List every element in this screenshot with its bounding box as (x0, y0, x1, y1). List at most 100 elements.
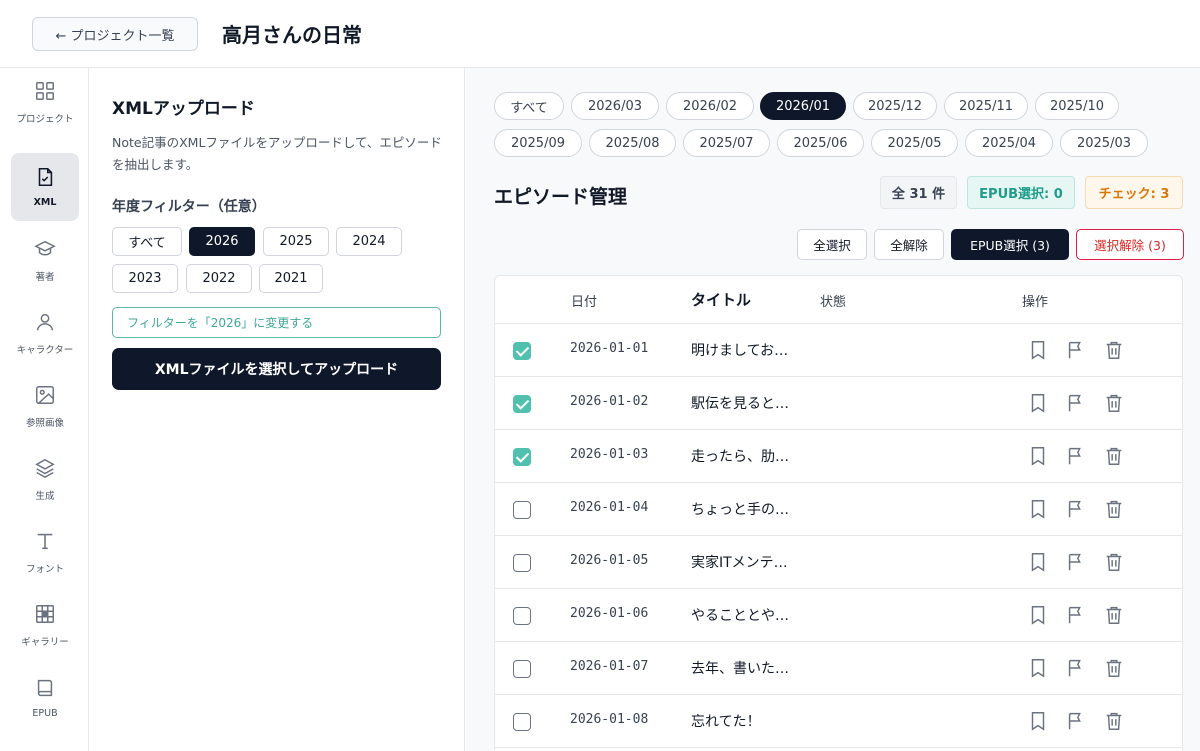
year-chip-2024[interactable]: 2024 (336, 227, 402, 256)
bookmark-icon[interactable] (1027, 445, 1049, 467)
year-chip-2022[interactable]: 2022 (186, 264, 252, 293)
row-checkbox[interactable] (513, 660, 531, 678)
row-checkbox[interactable] (513, 554, 531, 572)
table-row[interactable]: 2026-01-01 明けましてお… (495, 324, 1182, 377)
rail-label: EPUB (32, 708, 58, 719)
trash-icon[interactable] (1103, 551, 1125, 573)
app-header: ← プロジェクト一覧 高月さんの日常 (0, 0, 1200, 68)
year-chip-2023[interactable]: 2023 (112, 264, 178, 293)
flag-icon[interactable] (1065, 551, 1087, 573)
trash-icon[interactable] (1103, 445, 1125, 467)
trash-icon[interactable] (1103, 498, 1125, 520)
rail-item-gallery[interactable]: ギャラリー (11, 591, 79, 659)
trash-icon[interactable] (1103, 710, 1125, 732)
rail-item-reference-image[interactable]: 参照画像 (11, 372, 79, 440)
flag-icon[interactable] (1065, 445, 1087, 467)
month-chip-2026-02[interactable]: 2026/02 (666, 92, 754, 120)
row-checkbox[interactable] (513, 395, 531, 413)
row-title[interactable]: 去年、書いた… (691, 658, 789, 678)
upload-xml-button[interactable]: XMLファイルを選択してアップロード (112, 348, 441, 390)
row-title[interactable]: やることとや… (691, 605, 789, 625)
bookmark-icon[interactable] (1027, 551, 1049, 573)
select-all-button[interactable]: 全選択 (797, 229, 867, 260)
epub-select-button[interactable]: EPUB選択 (3) (951, 229, 1069, 260)
year-chip-all[interactable]: すべて (112, 227, 182, 256)
back-to-projects-button[interactable]: ← プロジェクト一覧 (32, 17, 198, 51)
rail-item-author[interactable]: 著者 (11, 226, 79, 294)
icon-rail: プロジェクト XML 著者 キャラクター 参照画像 生成 フォント ギャラリー … (0, 68, 89, 751)
bookmark-icon[interactable] (1027, 604, 1049, 626)
row-checkbox[interactable] (513, 607, 531, 625)
month-chip-2025-06[interactable]: 2025/06 (777, 129, 864, 157)
table-row[interactable]: 2026-01-02 駅伝を見ると… (495, 377, 1182, 430)
row-date: 2026-01-01 (570, 341, 649, 356)
row-checkbox[interactable] (513, 713, 531, 731)
month-chip-2025-11[interactable]: 2025/11 (944, 92, 1028, 120)
table-row[interactable]: 2026-01-03 走ったら、肋… (495, 430, 1182, 483)
month-chip-2026-01[interactable]: 2026/01 (760, 92, 846, 120)
rail-item-project[interactable]: プロジェクト (11, 68, 79, 136)
row-title[interactable]: ちょっと手の… (691, 499, 789, 519)
rail-item-xml[interactable]: XML (11, 153, 79, 221)
bookmark-icon[interactable] (1027, 710, 1049, 732)
bookmark-icon[interactable] (1027, 392, 1049, 414)
trash-icon[interactable] (1103, 339, 1125, 361)
flag-icon[interactable] (1065, 339, 1087, 361)
episode-main: すべて 2026/03 2026/02 2026/01 2025/12 2025… (466, 68, 1200, 751)
row-title[interactable]: 実家ITメンテ… (691, 552, 788, 572)
row-title[interactable]: 走ったら、肋… (691, 446, 789, 466)
rail-item-font[interactable]: フォント (11, 518, 79, 586)
change-filter-hint-button[interactable]: フィルターを「2026」に変更する (112, 307, 441, 338)
total-count-badge: 全 31 件 (880, 176, 957, 209)
year-filter-label: 年度フィルター（任意） (112, 199, 266, 215)
table-row[interactable]: 2026-01-04 ちょっと手の… (495, 483, 1182, 536)
row-title[interactable]: 駅伝を見ると… (691, 393, 789, 413)
flag-icon[interactable] (1065, 604, 1087, 626)
row-checkbox[interactable] (513, 448, 531, 466)
row-title[interactable]: 忘れてた！ (691, 711, 761, 731)
month-chip-all[interactable]: すべて (494, 92, 564, 120)
flag-icon[interactable] (1065, 498, 1087, 520)
rail-item-generate[interactable]: 生成 (11, 445, 79, 513)
trash-icon[interactable] (1103, 604, 1125, 626)
trash-icon[interactable] (1103, 657, 1125, 679)
bookmark-icon[interactable] (1027, 339, 1049, 361)
table-row[interactable]: 2026-01-06 やることとや… (495, 589, 1182, 642)
month-chip-2025-09[interactable]: 2025/09 (494, 129, 582, 157)
table-row[interactable]: 2026-01-05 実家ITメンテ… (495, 536, 1182, 589)
grid-icon (34, 80, 56, 106)
flag-icon[interactable] (1065, 392, 1087, 414)
header-date: 日付 (571, 295, 598, 310)
table-header: 日付 タイトル 状態 操作 (495, 276, 1182, 324)
month-chip-2025-05[interactable]: 2025/05 (871, 129, 958, 157)
row-checkbox[interactable] (513, 501, 531, 519)
year-chip-2025[interactable]: 2025 (263, 227, 329, 256)
image-icon (34, 384, 56, 410)
clear-selection-button[interactable]: 選択解除 (3) (1076, 229, 1184, 260)
table-row[interactable]: 2026-01-08 忘れてた！ (495, 695, 1182, 748)
row-checkbox[interactable] (513, 342, 531, 360)
year-chip-2021[interactable]: 2021 (259, 264, 323, 293)
month-chip-2025-12[interactable]: 2025/12 (853, 92, 937, 120)
month-chip-2025-07[interactable]: 2025/07 (683, 129, 770, 157)
rail-item-character[interactable]: キャラクター (11, 299, 79, 367)
bookmark-icon[interactable] (1027, 657, 1049, 679)
flag-icon[interactable] (1065, 710, 1087, 732)
month-chip-2025-03[interactable]: 2025/03 (1060, 129, 1148, 157)
trash-icon[interactable] (1103, 392, 1125, 414)
bookmark-icon[interactable] (1027, 498, 1049, 520)
row-date: 2026-01-03 (570, 447, 649, 462)
rail-item-epub[interactable]: EPUB (11, 664, 79, 732)
month-chip-2025-10[interactable]: 2025/10 (1035, 92, 1119, 120)
month-chip-2025-04[interactable]: 2025/04 (965, 129, 1053, 157)
flag-icon[interactable] (1065, 657, 1087, 679)
year-chip-2026[interactable]: 2026 (189, 227, 255, 256)
month-chip-2025-08[interactable]: 2025/08 (589, 129, 676, 157)
row-title[interactable]: 明けましてお… (691, 340, 788, 360)
rail-label: XML (33, 197, 57, 208)
row-date: 2026-01-08 (570, 712, 649, 727)
file-check-icon (34, 166, 56, 192)
month-chip-2026-03[interactable]: 2026/03 (571, 92, 659, 120)
table-row[interactable]: 2026-01-07 去年、書いた… (495, 642, 1182, 695)
deselect-all-button[interactable]: 全解除 (874, 229, 944, 260)
